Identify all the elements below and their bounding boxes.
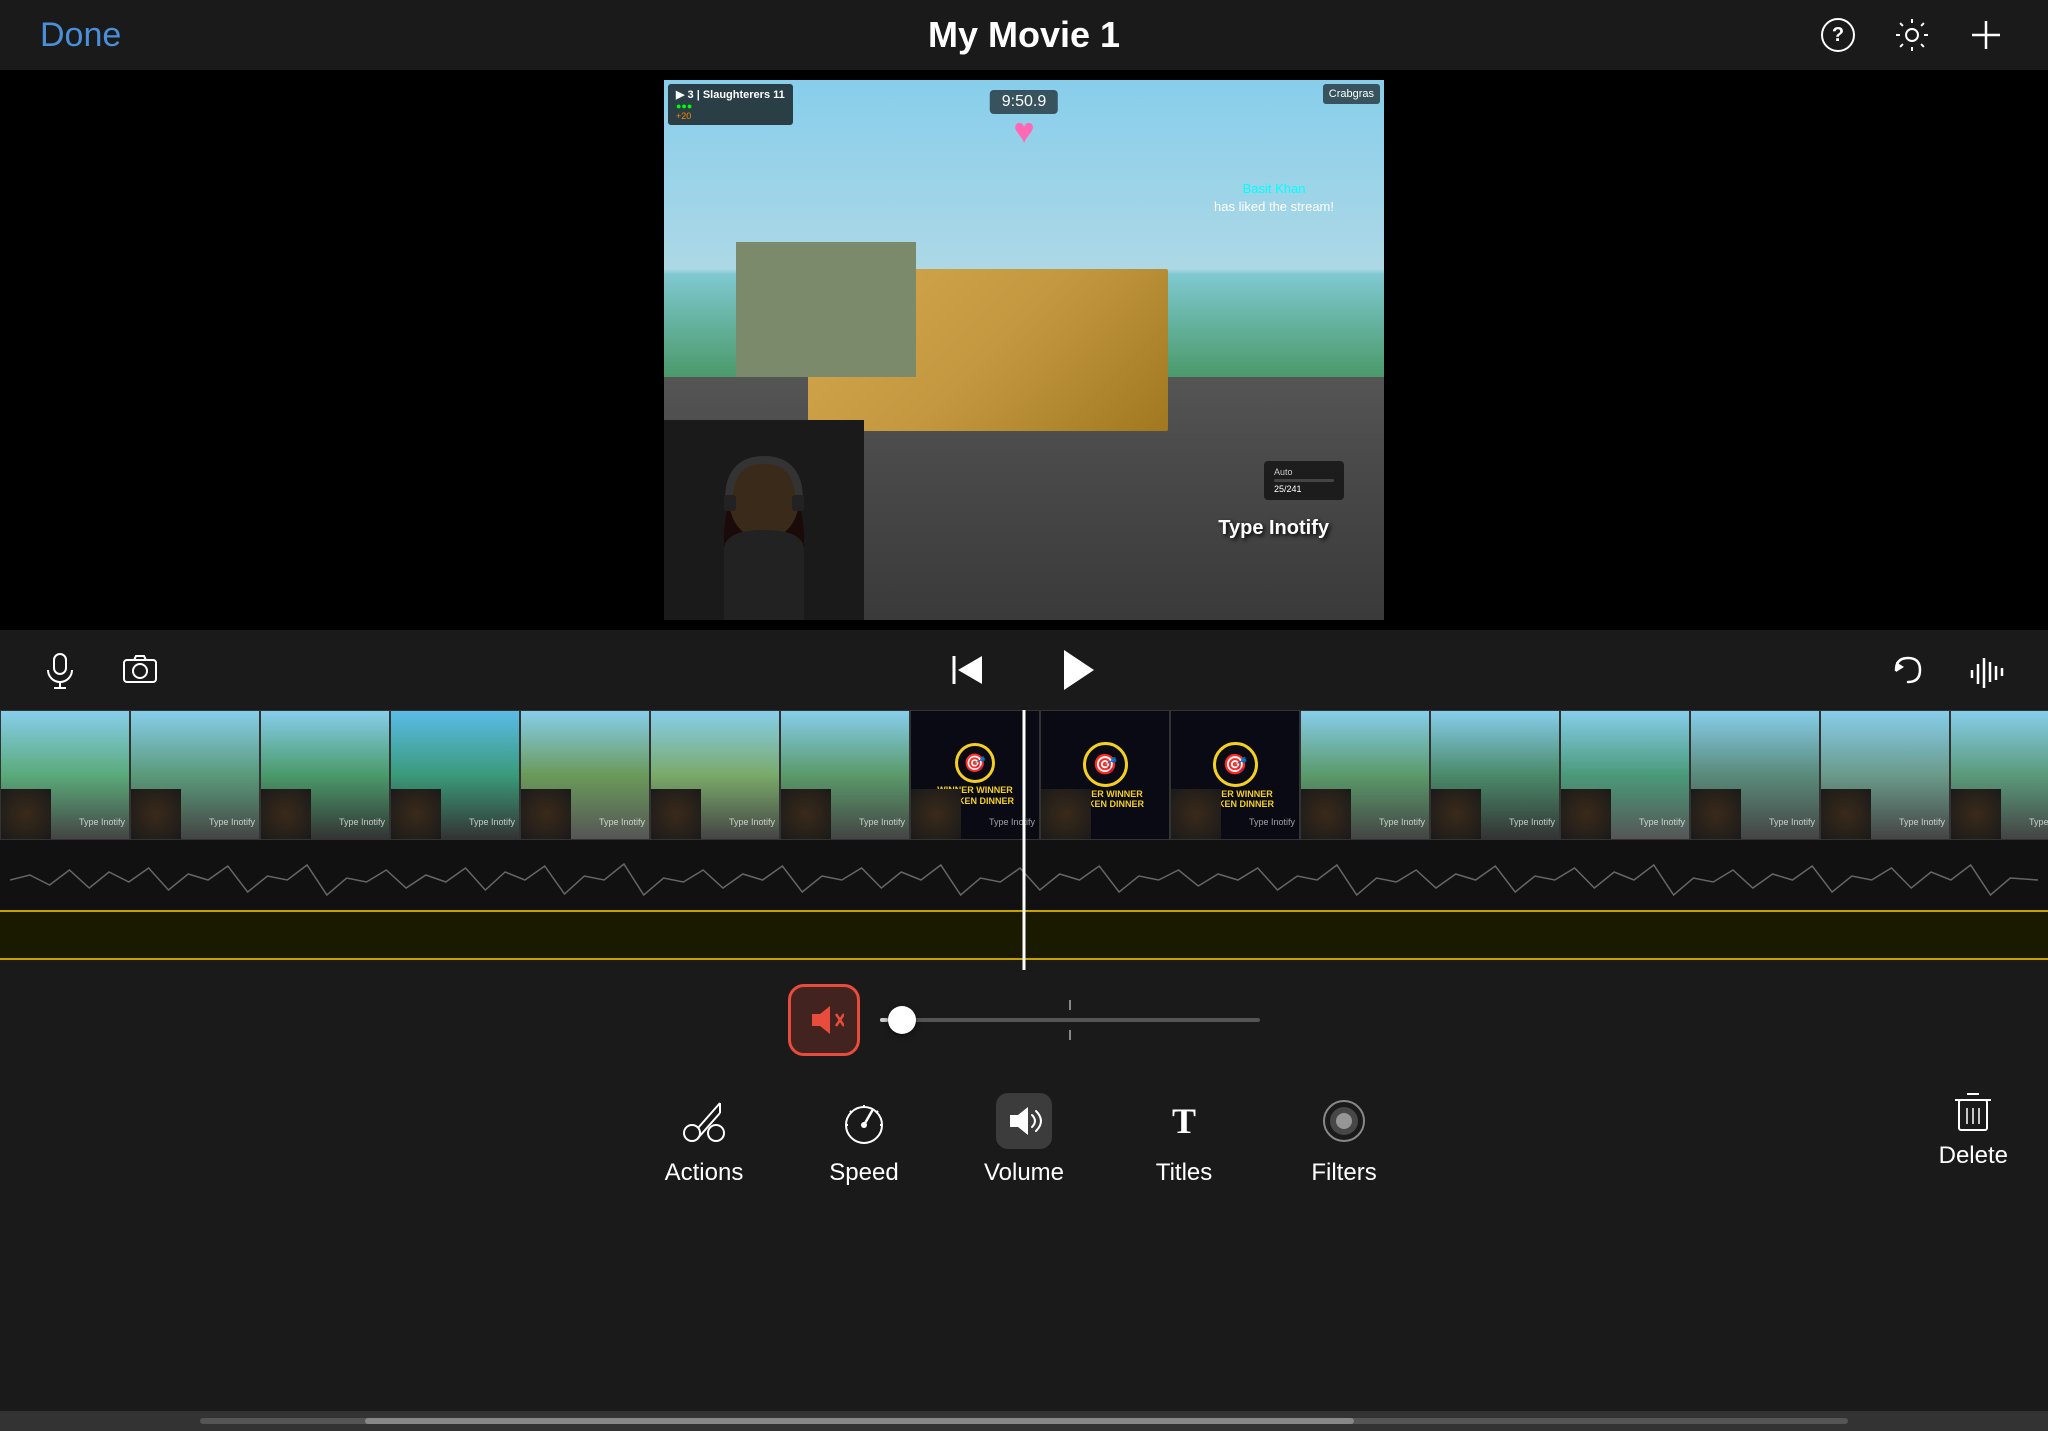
header-left: Done xyxy=(40,16,121,55)
delete-button[interactable]: Delete xyxy=(1939,1086,2008,1170)
thumb-4: Type Inotify xyxy=(390,710,520,840)
scrollbar-thumb[interactable] xyxy=(365,1418,1354,1424)
thumb-6: Type Inotify xyxy=(650,710,780,840)
toolbar-item-filters[interactable]: Filters xyxy=(1304,1093,1384,1187)
thumb-11: Type Inotify xyxy=(1300,710,1430,840)
volume-slider-fill xyxy=(880,1018,888,1022)
svg-text:?: ? xyxy=(1832,24,1844,46)
volume-area xyxy=(0,980,2048,1060)
volume-icon-container xyxy=(996,1093,1052,1149)
thumb-15: Type Inotify xyxy=(1820,710,1950,840)
like-notification: Basit Khan has liked the stream! xyxy=(1214,180,1334,216)
speed-icon xyxy=(838,1095,890,1147)
filters-icon-container xyxy=(1316,1093,1372,1149)
svg-text:T: T xyxy=(1172,1101,1196,1141)
header-center: My Movie 1 xyxy=(928,14,1120,56)
heart-icon: ♥ xyxy=(1013,110,1034,152)
delete-icon xyxy=(1949,1086,1997,1134)
header: Done My Movie 1 ? xyxy=(0,0,2048,70)
toolbar-item-speed[interactable]: Speed xyxy=(824,1093,904,1187)
thumb-8: 🎯 WINNER WINNERCHICKEN DINNER Type Inoti… xyxy=(910,710,1040,840)
thumb-16: Type Inotify xyxy=(1950,710,2048,840)
play-icon xyxy=(1050,644,1102,696)
help-button[interactable]: ? xyxy=(1816,13,1860,57)
weapon-hud: Auto 25/241 xyxy=(1264,461,1344,500)
thumb-12: Type Inotify xyxy=(1430,710,1560,840)
settings-icon xyxy=(1894,17,1930,53)
playback-right-controls xyxy=(1888,650,2008,690)
type-inotify-label: Type Inotify xyxy=(1218,517,1329,540)
titles-label: Titles xyxy=(1156,1159,1212,1187)
video-preview: ▶ 3 | Slaughterers 11 ●●● +20 9:50.9 ♥ B… xyxy=(664,80,1384,620)
play-button[interactable] xyxy=(1050,644,1102,696)
done-button[interactable]: Done xyxy=(40,16,121,55)
toolbar-items: Actions Speed xyxy=(664,1093,1384,1187)
face-cam xyxy=(664,420,864,620)
rewind-to-start-icon xyxy=(946,648,990,692)
playback-left-controls xyxy=(40,650,160,690)
camera-icon xyxy=(120,650,160,690)
timeline-container: Type Inotify Type Inotify Type Inotify T… xyxy=(0,710,2048,970)
camera-button[interactable] xyxy=(120,650,160,690)
delete-label: Delete xyxy=(1939,1142,2008,1170)
crabgrass-label: Crabgras xyxy=(1323,84,1380,104)
volume-tick-center xyxy=(1069,1000,1071,1010)
mute-button[interactable] xyxy=(788,984,860,1056)
microphone-icon xyxy=(40,650,80,690)
thumb-1: Type Inotify xyxy=(0,710,130,840)
toolbar-item-volume[interactable]: Volume xyxy=(984,1093,1064,1187)
thumb-14: Type Inotify xyxy=(1690,710,1820,840)
mute-icon xyxy=(804,1000,844,1040)
thumb-9: 🎯 WINNER WINNERCHICKEN DINNER xyxy=(1040,710,1170,840)
volume-tick-center-bottom xyxy=(1069,1030,1071,1040)
bottom-toolbar: Actions Speed xyxy=(0,1060,2048,1220)
filters-icon xyxy=(1318,1095,1370,1147)
thumb-7: Type Inotify xyxy=(780,710,910,840)
preview-container: ▶ 3 | Slaughterers 11 ●●● +20 9:50.9 ♥ B… xyxy=(0,70,2048,630)
actions-label: Actions xyxy=(665,1159,744,1187)
streamer-silhouette xyxy=(664,420,864,620)
help-icon: ? xyxy=(1820,17,1856,53)
titles-icon-container: T xyxy=(1156,1093,1212,1149)
toolbar-item-actions[interactable]: Actions xyxy=(664,1093,744,1187)
titles-icon: T xyxy=(1158,1095,1210,1147)
microphone-button[interactable] xyxy=(40,650,80,690)
scissors-icon-container xyxy=(676,1093,732,1149)
thumb-10: 🎯 WINNER WINNERCHICKEN DINNER Type Inoti… xyxy=(1170,710,1300,840)
filters-label: Filters xyxy=(1311,1159,1376,1187)
settings-button[interactable] xyxy=(1890,13,1934,57)
rewind-to-start-button[interactable] xyxy=(946,648,990,692)
volume-slider-track xyxy=(880,1018,1260,1022)
header-right: ? xyxy=(1816,13,2008,57)
playhead xyxy=(1023,710,1026,970)
bottom-scrollbar[interactable] xyxy=(0,1411,2048,1431)
toolbar-item-titles[interactable]: T Titles xyxy=(1144,1093,1224,1187)
speed-icon-container xyxy=(836,1093,892,1149)
scissors-icon xyxy=(678,1095,730,1147)
undo-icon xyxy=(1888,650,1928,690)
waveform-icon xyxy=(1968,650,2008,690)
volume-icon xyxy=(1004,1101,1044,1141)
volume-label: Volume xyxy=(984,1159,1064,1187)
thumb-2: Type Inotify xyxy=(130,710,260,840)
scrollbar-track xyxy=(200,1418,1848,1424)
thumb-3: Type Inotify xyxy=(260,710,390,840)
volume-slider-wrapper[interactable] xyxy=(880,1000,1260,1040)
like-user: Basit Khan xyxy=(1243,181,1306,196)
movie-title: My Movie 1 xyxy=(928,14,1120,55)
waveform-button[interactable] xyxy=(1968,650,2008,690)
playback-controls xyxy=(0,630,2048,710)
speed-label: Speed xyxy=(829,1159,898,1187)
volume-slider-thumb[interactable] xyxy=(888,1006,916,1034)
like-text: has liked the stream! xyxy=(1214,199,1334,214)
add-button[interactable] xyxy=(1964,13,2008,57)
thumb-5: Type Inotify xyxy=(520,710,650,840)
thumb-13: Type Inotify xyxy=(1560,710,1690,840)
undo-button[interactable] xyxy=(1888,650,1928,690)
add-icon xyxy=(1968,17,2004,53)
